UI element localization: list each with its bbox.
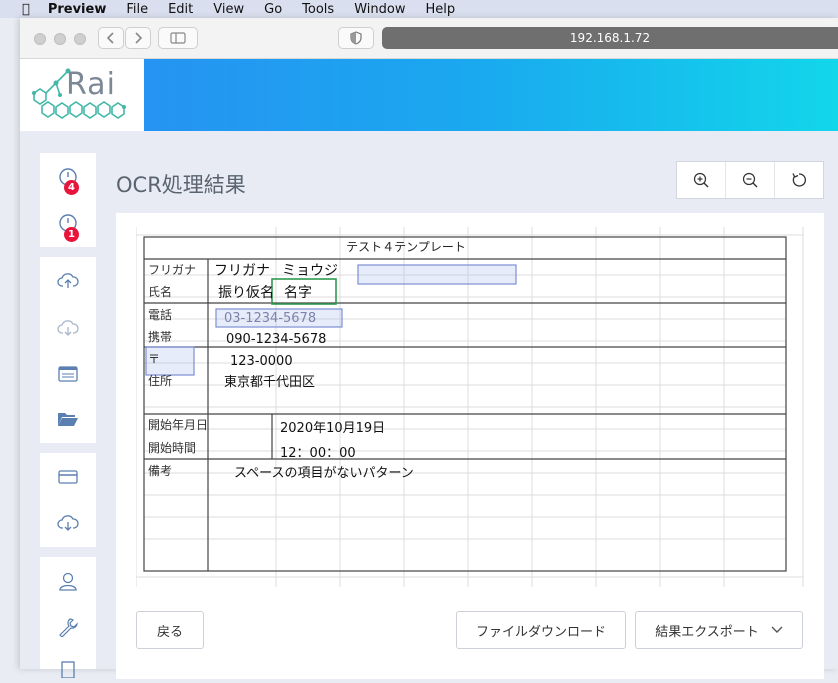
label-start-date: 開始年月日 (148, 418, 208, 432)
chevron-down-icon (771, 626, 783, 633)
menu-app-name[interactable]: Preview (48, 2, 107, 17)
rotate-icon (792, 173, 807, 187)
label-furigana: フリガナ (148, 263, 196, 277)
export-results-label: 結果エクスポート (655, 624, 759, 640)
menu-window[interactable]: Window (354, 2, 405, 17)
value-furigana-label: フリガナ (214, 263, 270, 279)
sidebar-item-user[interactable] (40, 567, 96, 595)
apple-icon[interactable]:  (22, 2, 30, 17)
credit-card-icon (58, 470, 78, 484)
url-text: 192.168.1.72 (569, 31, 651, 45)
value-address: 東京都千代田区 (224, 374, 315, 390)
value-notes: スペースの項目がないパターン (234, 466, 414, 481)
close-window-button[interactable] (34, 33, 46, 45)
zoom-in-button[interactable] (677, 162, 726, 198)
zoom-in-icon (693, 172, 709, 188)
file-download-label: ファイルダウンロード (475, 624, 606, 640)
sidebar-group-settings (40, 557, 96, 678)
sidebar-item-tools[interactable] (40, 613, 96, 641)
cloud-upload-icon (57, 273, 79, 288)
sidebar-group-alerts: 4 1 (40, 153, 96, 247)
value-postal: 123-0000 (230, 354, 293, 369)
shield-icon (350, 31, 362, 45)
sidebar-icon (170, 32, 186, 44)
privacy-button[interactable] (338, 27, 374, 49)
back-button[interactable]: 戻る (136, 611, 204, 649)
value-name-label: 振り仮名 (218, 285, 274, 301)
rai-logo[interactable]: Rai (20, 59, 144, 131)
logo-text: Rai (66, 67, 116, 102)
page-title: OCR処理結果 (116, 173, 246, 197)
sidebar-item-document[interactable] (40, 655, 96, 683)
value-start-time: 12：00：00 (280, 446, 356, 461)
chevron-left-icon (106, 32, 114, 44)
sidebar-group-billing (40, 453, 96, 547)
zoom-out-button[interactable] (726, 162, 775, 198)
value-start-date: 2020年10月19日 (280, 421, 385, 436)
user-icon (59, 572, 77, 591)
sidebar-item-upload[interactable] (40, 267, 96, 295)
menu-tools[interactable]: Tools (302, 2, 334, 17)
warnings-badge: 1 (64, 227, 79, 242)
label-address: 住所 (148, 374, 172, 388)
label-mobile: 携帯 (148, 329, 172, 344)
menu-go[interactable]: Go (264, 2, 282, 17)
back-button-label: 戻る (156, 624, 183, 640)
menu-file[interactable]: File (126, 2, 148, 17)
menu-help[interactable]: Help (425, 2, 455, 17)
browser-window: 192.168.1.72 Rai 4 1 OCR処理結果 テスト４テンプレート … (20, 18, 838, 679)
sidebar-item-cloud-download[interactable] (40, 509, 96, 537)
value-name: 名字 (284, 285, 312, 301)
minimize-window-button[interactable] (54, 33, 66, 45)
wrench-icon (59, 618, 78, 637)
zoom-window-button[interactable] (74, 33, 86, 45)
menu-view[interactable]: View (213, 2, 244, 17)
value-furigana: ミョウジ (282, 263, 338, 279)
title-bar: 192.168.1.72 (20, 18, 838, 59)
sidebar-group-files (40, 257, 96, 443)
zoom-controls (676, 161, 824, 199)
ocr-result-panel: テスト４テンプレート フリガナ 氏名 電話 携帯 〒 住所 開始年月日 開始時間… (116, 213, 824, 679)
value-mobile: 090-1234-5678 (226, 332, 326, 347)
sidebar-item-download[interactable] (40, 314, 96, 342)
menu-bar:  Preview File Edit View Go Tools Window… (0, 0, 838, 18)
main-area: 4 1 OCR処理結果 テスト４テンプレート フリガナ 氏名 電話 携帯 〒 住… (20, 131, 838, 679)
label-name: 氏名 (148, 284, 172, 299)
template-title: テスト４テンプレート (346, 240, 466, 254)
value-phone: 03-1234-5678 (224, 311, 316, 326)
sidebar-item-billing[interactable] (40, 463, 96, 491)
label-phone: 電話 (148, 307, 172, 322)
label-notes: 備考 (148, 463, 172, 478)
address-bar[interactable]: 192.168.1.72 (382, 27, 838, 49)
folder-open-icon (58, 413, 78, 426)
alerts-badge: 4 (64, 180, 79, 195)
reset-rotate-button[interactable] (775, 162, 823, 198)
ocr-sheet-image[interactable]: テスト４テンプレート フリガナ 氏名 電話 携帯 〒 住所 開始年月日 開始時間… (136, 227, 804, 587)
sidebar-item-folder[interactable] (40, 405, 96, 433)
sidebar-item-list[interactable] (40, 360, 96, 388)
list-window-icon (58, 366, 78, 382)
forward-nav-button[interactable] (125, 27, 151, 49)
cloud-download-icon (57, 515, 79, 531)
back-nav-button[interactable] (98, 27, 124, 49)
chevron-right-icon (135, 32, 143, 44)
label-start-time: 開始時間 (148, 441, 196, 455)
menu-edit[interactable]: Edit (168, 2, 193, 17)
document-icon (61, 661, 75, 678)
cloud-download-icon (57, 320, 79, 336)
zoom-out-icon (742, 172, 758, 188)
app-header: Rai (20, 59, 838, 131)
label-postal: 〒 (148, 352, 160, 366)
export-results-button[interactable]: 結果エクスポート (635, 611, 803, 649)
file-download-button[interactable]: ファイルダウンロード (456, 611, 626, 649)
sidebar-toggle-button[interactable] (158, 27, 198, 49)
ocr-detect-box-empty[interactable] (357, 264, 517, 285)
